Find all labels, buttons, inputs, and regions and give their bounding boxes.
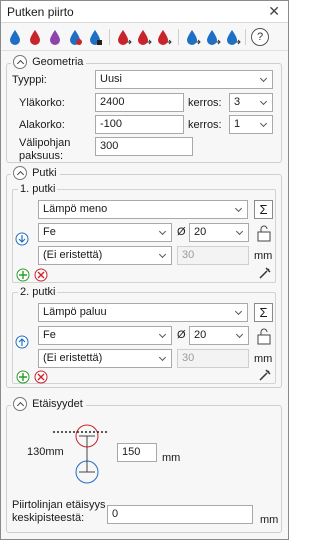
remove-icon[interactable]: [34, 370, 48, 384]
lock-icon[interactable]: [256, 224, 272, 242]
putki-2-panel: 2. putki Lämpö paluu Σ Fe Ø 20 (Ei erist…: [12, 286, 276, 384]
valipohja-label: Välipohjan paksuus:: [19, 137, 71, 162]
collapse-chevron-icon[interactable]: [13, 55, 27, 69]
pipe-drawing-window: Putken piirto ✕ ? Geometria Tyyppi: Uusi…: [0, 0, 289, 540]
etaisyydet-group: Etäisyydet 130mm 150 mm Piirtolinjan etä…: [6, 397, 282, 533]
blue-drop-icon[interactable]: [7, 29, 23, 46]
unit-mm: mm: [254, 353, 273, 365]
help-button[interactable]: ?: [251, 28, 269, 46]
blue-red-drop-icon[interactable]: [67, 29, 83, 46]
collapse-chevron-icon[interactable]: [13, 397, 27, 411]
title-bar: Putken piirto ✕: [1, 1, 288, 23]
chevron-down-icon: [235, 227, 244, 236]
eyedropper-icon[interactable]: [258, 266, 272, 280]
chevron-down-icon: [158, 353, 167, 362]
putki-header[interactable]: Putki: [11, 166, 60, 182]
putki-2-title: 2. putki: [18, 286, 58, 298]
eyedropper-icon[interactable]: [258, 368, 272, 382]
valipohja-input[interactable]: 300: [95, 137, 193, 156]
toolbar-separator: [178, 29, 179, 45]
center-distance-unit: mm: [260, 514, 279, 526]
group-title: Geometria: [32, 56, 84, 68]
kerros-label: kerros:: [188, 119, 222, 131]
chevron-down-icon: [259, 97, 268, 106]
putki-1-type-select[interactable]: Lämpö meno: [38, 200, 248, 219]
chevron-down-icon: [158, 227, 167, 236]
sum-button[interactable]: Σ: [254, 303, 273, 322]
toolbar: ?: [1, 24, 288, 51]
geometria-header[interactable]: Geometria: [11, 55, 87, 71]
remove-icon[interactable]: [34, 268, 48, 282]
kerros-select-1[interactable]: 3: [229, 93, 273, 112]
center-distance-input[interactable]: 0: [107, 505, 253, 524]
putki-1-insulation-thickness[interactable]: 30: [177, 246, 249, 265]
tyyppi-label: Tyyppi:: [12, 74, 47, 86]
putki-group: Putki 1. putki Lämpö meno Σ Fe Ø 20 (Ei …: [6, 166, 282, 388]
putki-2-diameter-select[interactable]: 20: [189, 326, 249, 345]
putki-1-title: 1. putki: [18, 183, 58, 195]
blue-drop-arrow-2-icon[interactable]: [205, 29, 221, 46]
distance-unit: mm: [162, 452, 181, 464]
arrow-up-icon[interactable]: [15, 335, 29, 349]
ylakorko-input[interactable]: 2400: [95, 93, 184, 112]
sum-button[interactable]: Σ: [254, 200, 273, 219]
tyyppi-select[interactable]: Uusi: [95, 70, 273, 89]
chevron-down-icon: [158, 330, 167, 339]
blue-black-drop-icon[interactable]: [87, 29, 103, 46]
putki-2-type-select[interactable]: Lämpö paluu: [38, 303, 248, 322]
window-title: Putken piirto: [7, 5, 74, 19]
center-distance-label: Piirtolinjan etäisyys keskipisteestä:: [12, 499, 106, 524]
alakorko-label: Alakorko:: [19, 119, 65, 131]
kerros-select-2[interactable]: 1: [229, 115, 273, 134]
distance-input[interactable]: 150: [117, 443, 157, 462]
chevron-down-icon: [259, 74, 268, 83]
putki-1-diameter-select[interactable]: 20: [189, 223, 249, 242]
red-drop-arrow-2-icon[interactable]: [136, 29, 152, 46]
chevron-down-icon: [234, 204, 243, 213]
close-button[interactable]: ✕: [268, 3, 280, 20]
lock-icon[interactable]: [256, 327, 272, 345]
arrow-down-icon[interactable]: [15, 232, 29, 246]
putki-2-insulation-thickness[interactable]: 30: [177, 349, 249, 368]
chevron-down-icon: [234, 307, 243, 316]
ylakorko-label: Yläkorko:: [19, 97, 65, 109]
chevron-down-icon: [259, 119, 268, 128]
add-icon[interactable]: [16, 268, 30, 282]
collapse-chevron-icon[interactable]: [13, 166, 27, 180]
toolbar-separator: [109, 29, 110, 45]
putki-1-panel: 1. putki Lämpö meno Σ Fe Ø 20 (Ei eriste…: [12, 183, 276, 283]
dimension-label: 130mm: [27, 446, 64, 458]
alakorko-input[interactable]: -100: [95, 115, 184, 134]
diameter-symbol: Ø: [177, 329, 186, 341]
unit-mm: mm: [254, 250, 273, 262]
chevron-down-icon: [158, 250, 167, 259]
red-drop-icon[interactable]: [27, 29, 43, 46]
putki-1-material-select[interactable]: Fe: [38, 223, 172, 242]
putki-1-insulation-select[interactable]: (Ei eristettä): [38, 246, 172, 265]
putki-2-insulation-select[interactable]: (Ei eristettä): [38, 349, 172, 368]
toolbar-separator: [245, 29, 246, 45]
group-title: Putki: [32, 167, 57, 179]
kerros-label: kerros:: [188, 97, 222, 109]
geometria-group: Geometria Tyyppi: Uusi Yläkorko: 2400 ke…: [6, 55, 282, 163]
chevron-down-icon: [235, 330, 244, 339]
etaisyydet-header[interactable]: Etäisyydet: [11, 397, 86, 413]
purple-drop-icon[interactable]: [47, 29, 63, 46]
red-drop-arrow-icon[interactable]: [116, 29, 132, 46]
red-drop-arrow-3-icon[interactable]: [156, 29, 172, 46]
blue-drop-arrow-icon[interactable]: [185, 29, 201, 46]
putki-2-material-select[interactable]: Fe: [38, 326, 172, 345]
diameter-symbol: Ø: [177, 226, 186, 238]
group-title: Etäisyydet: [32, 398, 83, 410]
add-icon[interactable]: [16, 370, 30, 384]
blue-drop-arrow-3-icon[interactable]: [225, 29, 241, 46]
